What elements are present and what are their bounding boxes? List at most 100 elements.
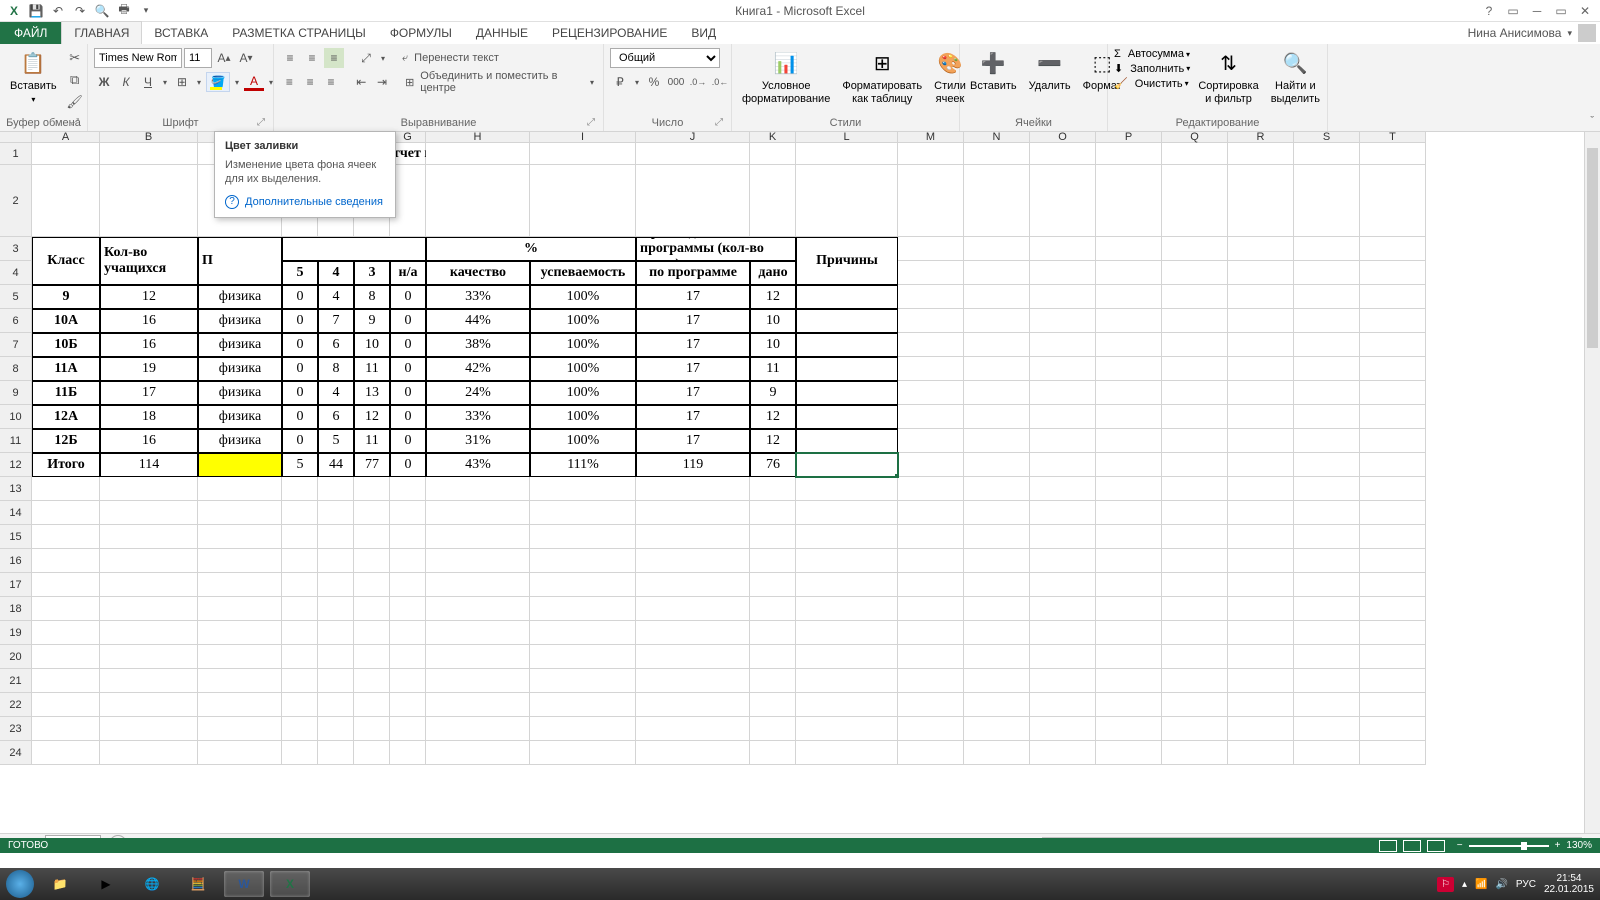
cell[interactable]: П <box>198 237 282 285</box>
find-select-button[interactable]: 🔍Найти и выделить <box>1267 48 1324 108</box>
minimize-icon[interactable]: ─ <box>1526 2 1548 20</box>
cell[interactable] <box>32 717 100 741</box>
cell[interactable] <box>750 645 796 669</box>
cell[interactable] <box>1030 381 1096 405</box>
cell[interactable] <box>32 621 100 645</box>
cell[interactable] <box>1096 501 1162 525</box>
cell[interactable] <box>426 165 530 237</box>
zoom-out-icon[interactable]: − <box>1457 840 1463 851</box>
cell[interactable] <box>390 597 426 621</box>
align-top-icon[interactable]: ≡ <box>280 48 300 68</box>
cell[interactable] <box>1162 143 1228 165</box>
zoom-slider[interactable] <box>1469 845 1549 847</box>
cell[interactable] <box>1162 549 1228 573</box>
cell[interactable] <box>1030 477 1096 501</box>
cell[interactable] <box>100 693 198 717</box>
cell[interactable] <box>318 669 354 693</box>
cell[interactable] <box>1360 741 1426 765</box>
cell[interactable] <box>750 165 796 237</box>
cell[interactable] <box>390 525 426 549</box>
cell[interactable]: 100% <box>530 333 636 357</box>
cell[interactable] <box>1360 645 1426 669</box>
cell[interactable] <box>100 501 198 525</box>
cell[interactable] <box>282 573 318 597</box>
row-header[interactable]: 6 <box>0 309 32 333</box>
cell[interactable] <box>964 237 1030 261</box>
cell[interactable] <box>32 143 100 165</box>
cell[interactable]: физика <box>198 381 282 405</box>
cell[interactable] <box>1030 693 1096 717</box>
cell[interactable] <box>1228 381 1294 405</box>
cell[interactable] <box>1360 477 1426 501</box>
cell[interactable] <box>898 693 964 717</box>
cell[interactable] <box>426 621 530 645</box>
increase-indent-icon[interactable]: ⇥ <box>373 72 392 92</box>
tab-insert[interactable]: ВСТАВКА <box>142 22 220 44</box>
cell[interactable] <box>964 669 1030 693</box>
cell[interactable] <box>636 669 750 693</box>
cell[interactable] <box>1228 525 1294 549</box>
cell[interactable] <box>796 597 898 621</box>
cell[interactable] <box>964 453 1030 477</box>
decrease-font-icon[interactable]: A▾ <box>236 48 256 68</box>
cell[interactable] <box>32 501 100 525</box>
cell[interactable] <box>318 597 354 621</box>
cell[interactable] <box>750 501 796 525</box>
cell[interactable]: 3 <box>354 261 390 285</box>
cell[interactable] <box>1030 429 1096 453</box>
cell[interactable]: 12А <box>32 405 100 429</box>
col-header[interactable]: H <box>426 132 530 143</box>
cell[interactable]: 8 <box>318 357 354 381</box>
tray-network-icon[interactable]: 📶 <box>1475 879 1487 890</box>
col-header[interactable]: M <box>898 132 964 143</box>
cell[interactable] <box>1096 285 1162 309</box>
cell[interactable] <box>636 165 750 237</box>
cell[interactable] <box>1096 237 1162 261</box>
align-right-icon[interactable]: ≡ <box>322 72 341 92</box>
cell[interactable] <box>1294 381 1360 405</box>
cell[interactable] <box>198 741 282 765</box>
row-header[interactable]: 13 <box>0 477 32 501</box>
cell[interactable] <box>964 357 1030 381</box>
cell[interactable] <box>898 717 964 741</box>
cell[interactable] <box>1294 645 1360 669</box>
cell[interactable] <box>796 285 898 309</box>
cell[interactable] <box>964 501 1030 525</box>
cell[interactable]: 17 <box>636 381 750 405</box>
cell[interactable] <box>898 333 964 357</box>
cell[interactable] <box>1030 143 1096 165</box>
cell[interactable] <box>426 501 530 525</box>
col-header[interactable]: L <box>796 132 898 143</box>
cell[interactable] <box>796 309 898 333</box>
col-header[interactable]: P <box>1096 132 1162 143</box>
cell[interactable] <box>1096 717 1162 741</box>
cell[interactable] <box>1294 669 1360 693</box>
cell[interactable] <box>1360 357 1426 381</box>
cell[interactable] <box>964 381 1030 405</box>
row-header[interactable]: 1 <box>0 143 32 165</box>
cell[interactable] <box>1096 261 1162 285</box>
cell[interactable] <box>32 741 100 765</box>
cell[interactable] <box>318 525 354 549</box>
cell[interactable] <box>796 143 898 165</box>
cell[interactable] <box>354 669 390 693</box>
cell[interactable] <box>100 143 198 165</box>
cell[interactable] <box>1030 741 1096 765</box>
cell[interactable] <box>898 525 964 549</box>
cell[interactable] <box>1360 333 1426 357</box>
cell[interactable]: 19 <box>100 357 198 381</box>
cell[interactable] <box>796 525 898 549</box>
cell[interactable] <box>796 645 898 669</box>
cell[interactable] <box>1360 621 1426 645</box>
cell[interactable]: 111% <box>530 453 636 477</box>
cell[interactable] <box>390 477 426 501</box>
cell[interactable] <box>796 381 898 405</box>
cell[interactable] <box>1162 261 1228 285</box>
cell[interactable] <box>530 501 636 525</box>
cell[interactable] <box>1030 501 1096 525</box>
tray-volume-icon[interactable]: 🔊 <box>1495 879 1507 890</box>
cell[interactable] <box>426 669 530 693</box>
cell[interactable]: 12 <box>750 285 796 309</box>
col-header[interactable]: Q <box>1162 132 1228 143</box>
zoom-level[interactable]: 130% <box>1566 840 1592 851</box>
